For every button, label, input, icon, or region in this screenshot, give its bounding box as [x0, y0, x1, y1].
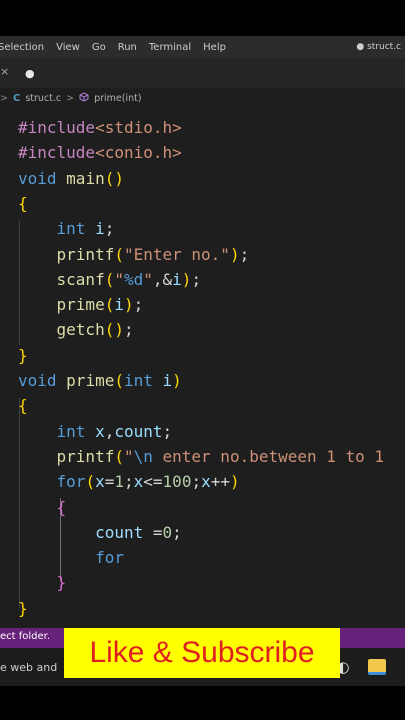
menu-go[interactable]: Go	[86, 42, 112, 53]
code-line[interactable]: {	[18, 393, 28, 418]
code-line[interactable]: int x,count;	[18, 419, 173, 444]
status-text[interactable]: ect folder.	[0, 631, 50, 642]
menu-help[interactable]: Help	[197, 42, 232, 53]
code-line[interactable]: {	[18, 495, 67, 520]
code-line[interactable]: for(x=1;x<=100;x++)	[18, 469, 240, 494]
code-line[interactable]: printf("\n enter no.between 1 to 1	[18, 444, 385, 469]
code-line[interactable]: printf("Enter no.");	[18, 242, 250, 267]
breadcrumb: > C struct.c > prime(int)	[0, 88, 405, 108]
code-line[interactable]: }	[18, 596, 28, 621]
bottom-black-bar	[0, 686, 405, 720]
code-line[interactable]: void main()	[18, 166, 124, 191]
code-line[interactable]: scanf("%d",&i);	[18, 267, 202, 292]
menu-terminal[interactable]: Terminal	[143, 42, 197, 53]
tab-close-icon[interactable]: ×	[0, 65, 9, 78]
code-line[interactable]: count =0;	[18, 520, 182, 545]
folder-icon[interactable]	[366, 656, 388, 678]
code-line[interactable]: int i;	[18, 216, 115, 241]
breadcrumb-file[interactable]: struct.c	[25, 93, 61, 104]
code-editor[interactable]: #include<stdio.h> #include<conio.h> void m…	[0, 108, 405, 628]
window-title: ● struct.c	[356, 42, 401, 52]
code-line[interactable]: prime(i);	[18, 292, 144, 317]
tab-bar: × ●	[0, 58, 405, 88]
code-line[interactable]: #include<stdio.h>	[18, 115, 182, 140]
code-line[interactable]: }	[18, 343, 28, 368]
c-file-icon: C	[12, 92, 21, 104]
code-line[interactable]: #include<conio.h>	[18, 140, 182, 165]
menu-bar: Selection View Go Run Terminal Help ● st…	[0, 36, 405, 58]
tab-modified-dot-icon[interactable]: ●	[25, 67, 35, 80]
breadcrumb-symbol[interactable]: prime(int)	[94, 93, 141, 104]
like-subscribe-banner: Like & Subscribe	[64, 628, 340, 678]
top-black-bar	[0, 0, 405, 36]
menu-selection[interactable]: Selection	[0, 42, 50, 53]
breadcrumb-separator: >	[0, 92, 8, 104]
code-line[interactable]: }	[18, 570, 67, 595]
menu-run[interactable]: Run	[112, 42, 143, 53]
breadcrumb-separator: >	[66, 92, 75, 104]
cube-icon	[79, 91, 89, 105]
code-line[interactable]: {	[18, 191, 28, 216]
taskbar-search-text[interactable]: e web and	[0, 661, 57, 674]
code-line[interactable]: void prime(int i)	[18, 368, 182, 393]
code-line[interactable]: getch();	[18, 317, 134, 342]
menu-view[interactable]: View	[50, 42, 86, 53]
code-line[interactable]: for	[18, 545, 124, 570]
